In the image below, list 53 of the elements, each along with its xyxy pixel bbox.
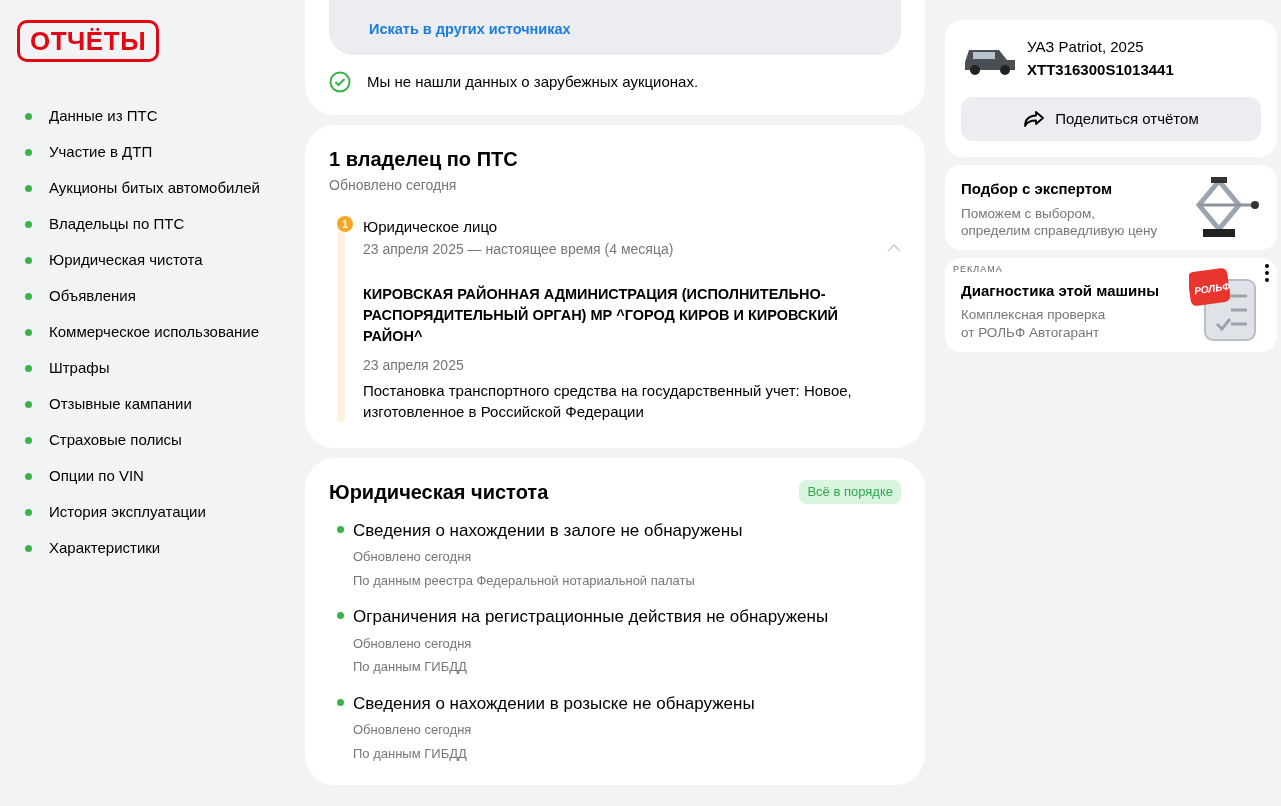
sidebar-link[interactable]: Штрафы [17,350,305,386]
sidebar-link[interactable]: История эксплуатации [17,494,305,530]
promo-card[interactable]: РЕКЛАМА Диагностика этой машины Комплексная проверка от РОЛЬФ Автогарант РОЛЬФ [945,257,1277,352]
promo-title: Диагностика этой машины [961,280,1160,301]
status-dot [337,525,344,533]
source-text: По данным реестра Федеральной нотариальной палаты [353,571,696,590]
sidebar-link[interactable]: Владельцы по ПТС [17,206,305,242]
sidebar-link[interactable]: Опции по VIN [17,458,305,494]
search-other-sources-link[interactable]: Искать в других источниках [369,21,571,37]
sidebar-link[interactable]: Участие в ДТП [17,134,305,170]
check-title: Сведения о нахождении в розыске не обнаружены [353,692,755,715]
ad-label: РЕКЛАМА [953,262,1003,276]
scissor-jack-drawing [1195,177,1259,237]
more-options-icon[interactable] [1265,263,1269,282]
promo-title: Подбор с экспертом [961,179,1114,199]
sidebar-link[interactable]: Объявления [17,278,305,314]
owner-number-badge: 1 [337,216,353,233]
sidebar-link[interactable]: Страховые полисы [17,422,305,458]
car-model: УАЗ Patriot, 2025 [1027,37,1145,57]
ownership-period: 23 апреля 2025 — настоящее время (4 месяца) [363,239,674,259]
sidebar-link[interactable]: Характеристики [17,530,305,566]
owner-type: Юридическое лицо [363,217,499,238]
sidebar-link[interactable]: Коммерческое использование [17,314,305,350]
check-circle-icon [329,71,351,93]
logo[interactable]: ОТЧЁТЫ [17,20,160,62]
status-dot [337,698,344,706]
brand-label: РОЛЬФ [1193,279,1231,299]
promo-card[interactable]: Подбор с экспертом Поможем с выбором, определим справедливую цену [945,165,1277,250]
updated-text: Обновлено сегодня [353,548,473,567]
updated-text: Обновлено сегодня [329,176,458,196]
sidebar-link[interactable]: Отзывные кампании [17,386,305,422]
source-text: По данным ГИБДД [353,744,468,763]
status-dot [337,612,344,620]
owner-name: КИРОВСКАЯ РАЙОННАЯ АДМИНИСТРАЦИЯ (ИСПОЛНИТЕЛЬНО-РАСПОРЯДИТЕЛЬНЫЙ ОРГАН) МР ^ГОРОД КИРОВ И КИРОВСКИЙ РАЙОН^ [363,284,840,346]
share-report-button[interactable]: Поделиться отчётом [961,97,1261,141]
sidebar-link[interactable]: Юридическая чистота [17,242,305,278]
status-badge: Всё в порядке [799,480,901,504]
updated-text: Обновлено сегодня [353,634,473,653]
section-title: 1 владелец по ПТС [329,147,519,172]
share-icon [1023,110,1046,128]
updated-text: Обновлено сегодня [353,721,473,740]
event-date: 23 апреля 2025 [363,355,465,375]
check-title: Сведения о нахождении в залоге не обнаружены [353,519,743,542]
event-text: Постановка транспортного средства на государственный учет: Новое, изготовленное в Российской Федерации [363,380,853,422]
promo-text: Комплексная проверка от РОЛЬФ Автогарант [961,306,1107,342]
sidebar-link[interactable]: Аукционы битых автомобилей [17,170,305,206]
section-title: Юридическая чистота [329,479,549,504]
promo-text: Поможем с выбором, определим справедливую цену [961,204,1158,240]
vin-number: XTT316300S1013441 [1027,59,1174,80]
auction-note: Мы не нашли данных о зарубежных аукционах. [367,71,699,92]
source-text: По данным ГИБДД [353,658,468,677]
sidebar-link[interactable]: Данные из ПТС [17,98,305,134]
check-title: Ограничения на регистрационные действия не обнаружены [353,606,829,629]
